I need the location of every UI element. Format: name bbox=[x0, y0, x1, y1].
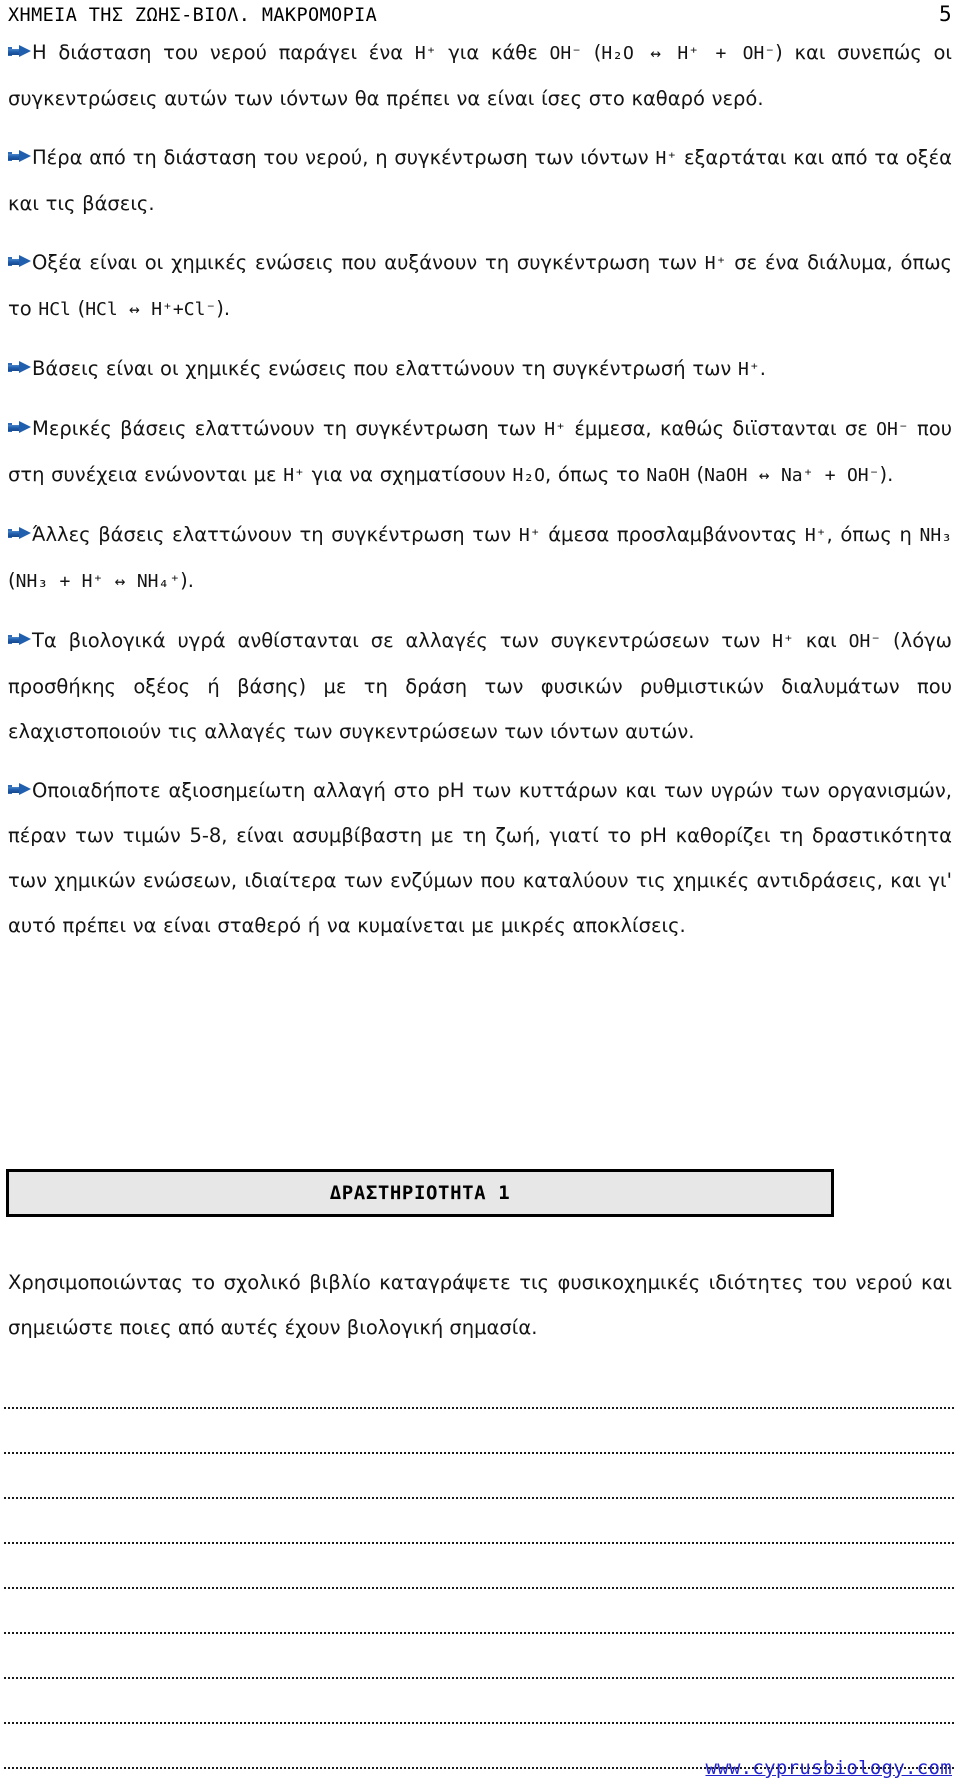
paragraph-text: Βάσεις είναι οι χημικές ενώσεις που ελατ… bbox=[32, 357, 739, 380]
answer-line[interactable] bbox=[4, 1516, 954, 1561]
answer-line[interactable] bbox=[4, 1651, 954, 1696]
page-number: 5 bbox=[938, 2, 952, 26]
paragraph-text: για κάθε bbox=[436, 41, 550, 64]
blue-arrow-bullet-icon bbox=[8, 361, 31, 374]
chemical-formula: H⁺ bbox=[738, 359, 760, 380]
paragraph-text: , όπως το bbox=[545, 463, 647, 486]
blue-arrow-bullet-icon bbox=[8, 150, 31, 163]
paragraph-text: ( bbox=[689, 463, 705, 486]
bullet-paragraph: Οξέα είναι οι χημικές ενώσεις που αυξάνο… bbox=[8, 240, 952, 332]
document-page: ΧΗΜΕΙΑ ΤΗΣ ΖΩΗΣ-ΒΙΟΛ. ΜΑΚΡΟΜΟΡΙΑ 5 Η διά… bbox=[0, 0, 960, 1791]
chemical-formula: NaOH ↔ Na⁺ + OH⁻ bbox=[704, 465, 880, 486]
paragraph-text: Η διάσταση του νερού παράγει ένα bbox=[32, 41, 415, 64]
chemical-formula: H⁺ bbox=[704, 253, 727, 274]
chemical-formula: H₂O bbox=[512, 465, 545, 486]
paragraph-text: Τα βιολογικά υγρά ανθίστανται σε αλλαγές… bbox=[32, 629, 773, 652]
chemical-formula: HCl ↔ H⁺+Cl⁻ bbox=[85, 299, 217, 320]
website-link[interactable]: www.cyprusbiology.com bbox=[705, 1757, 952, 1779]
running-header: ΧΗΜΕΙΑ ΤΗΣ ΖΩΗΣ-ΒΙΟΛ. ΜΑΚΡΟΜΟΡΙΑ 5 bbox=[8, 2, 952, 28]
bullet-paragraph: Μερικές βάσεις ελαττώνουν τη συγκέντρωση… bbox=[8, 406, 952, 498]
answer-line[interactable] bbox=[4, 1471, 954, 1516]
page-footer: www.cyprusbiology.com bbox=[8, 1757, 952, 1779]
chemical-formula: H⁺ bbox=[414, 43, 437, 64]
chemical-formula: NH₃ bbox=[919, 525, 952, 546]
answer-line[interactable] bbox=[4, 1381, 954, 1426]
bullet-paragraph: Βάσεις είναι οι χημικές ενώσεις που ελατ… bbox=[8, 346, 952, 392]
paragraph-text: ( bbox=[70, 297, 86, 320]
activity-instructions: Χρησιμοποιώντας το σχολικό βιβλίο καταγρ… bbox=[8, 1270, 952, 1339]
blue-arrow-bullet-icon bbox=[8, 783, 31, 796]
chemical-formula: H⁺ bbox=[518, 525, 541, 546]
paragraph-text: ( bbox=[8, 569, 16, 592]
paragraph-text: και bbox=[793, 629, 849, 652]
paragraph-text: ( bbox=[582, 41, 602, 64]
chemical-formula: H⁺ bbox=[772, 631, 794, 652]
chemical-formula: NH₃ + H⁺ ↔ NH₄⁺ bbox=[15, 571, 181, 592]
chemical-formula: NaOH bbox=[646, 465, 690, 486]
paragraph-text: ). bbox=[180, 569, 194, 592]
chemical-formula: OH⁻ bbox=[549, 43, 583, 64]
blue-arrow-bullet-icon bbox=[8, 45, 31, 58]
paragraph-text: , όπως η bbox=[826, 523, 920, 546]
paragraph-text: Οποιαδήποτε αξιοσημείωτη αλλαγή στο pH τ… bbox=[8, 779, 952, 937]
paragraph-text: Πέρα από τη διάσταση του νερού, η συγκέν… bbox=[32, 146, 656, 169]
answer-line[interactable] bbox=[4, 1696, 954, 1741]
paragraph-text: Μερικές βάσεις ελαττώνουν τη συγκέντρωση… bbox=[32, 417, 545, 440]
chemical-formula: OH⁻ bbox=[848, 631, 882, 652]
blue-arrow-bullet-icon bbox=[8, 527, 31, 540]
answer-line[interactable] bbox=[4, 1606, 954, 1651]
blue-arrow-bullet-icon bbox=[8, 255, 31, 268]
bullet-paragraph: Οποιαδήποτε αξιοσημείωτη αλλαγή στο pH τ… bbox=[8, 768, 952, 948]
chemical-formula: H⁺ bbox=[804, 525, 827, 546]
activity-title: ΔΡΑΣΤΗΡΙΟΤΗΤΑ 1 bbox=[329, 1182, 511, 1204]
paragraph-text: άμεσα προσλαμβάνοντας bbox=[540, 523, 805, 546]
bullet-paragraph: Άλλες βάσεις ελαττώνουν τη συγκέντρωση τ… bbox=[8, 512, 952, 604]
body-content: Η διάσταση του νερού παράγει ένα H⁺ για … bbox=[8, 30, 952, 948]
paragraph-text: ). bbox=[216, 297, 231, 320]
paragraph-text: ). bbox=[879, 463, 894, 486]
answer-line[interactable] bbox=[4, 1561, 954, 1606]
chemical-formula: H₂O ↔ H⁺ + OH⁻ bbox=[601, 43, 776, 64]
paragraph-text: Άλλες βάσεις ελαττώνουν τη συγκέντρωση τ… bbox=[32, 523, 519, 546]
bullet-paragraph: Τα βιολογικά υγρά ανθίστανται σε αλλαγές… bbox=[8, 618, 952, 754]
chemical-formula: HCl bbox=[38, 299, 71, 320]
activity-banner: ΔΡΑΣΤΗΡΙΟΤΗΤΑ 1 bbox=[6, 1169, 834, 1217]
chemical-formula: OH⁻ bbox=[876, 419, 909, 440]
answer-line[interactable] bbox=[4, 1426, 954, 1471]
blue-arrow-bullet-icon bbox=[8, 633, 31, 646]
chemical-formula: H⁺ bbox=[544, 419, 566, 440]
chemical-formula: H⁺ bbox=[655, 148, 678, 169]
chemical-formula: H⁺ bbox=[283, 465, 305, 486]
answer-lines-group bbox=[4, 1381, 954, 1786]
paragraph-text: . bbox=[759, 357, 766, 380]
paragraph-text: για να σχηματίσουν bbox=[304, 463, 513, 486]
blue-arrow-bullet-icon bbox=[8, 421, 31, 434]
paragraph-text: Οξέα είναι οι χημικές ενώσεις που αυξάνο… bbox=[32, 251, 705, 274]
bullet-paragraph: Η διάσταση του νερού παράγει ένα H⁺ για … bbox=[8, 30, 952, 121]
bullet-paragraph: Πέρα από τη διάσταση του νερού, η συγκέν… bbox=[8, 135, 952, 226]
header-title: ΧΗΜΕΙΑ ΤΗΣ ΖΩΗΣ-ΒΙΟΛ. ΜΑΚΡΟΜΟΡΙΑ bbox=[8, 5, 378, 26]
paragraph-text: έμμεσα, καθώς διϊστανται σε bbox=[565, 417, 877, 440]
